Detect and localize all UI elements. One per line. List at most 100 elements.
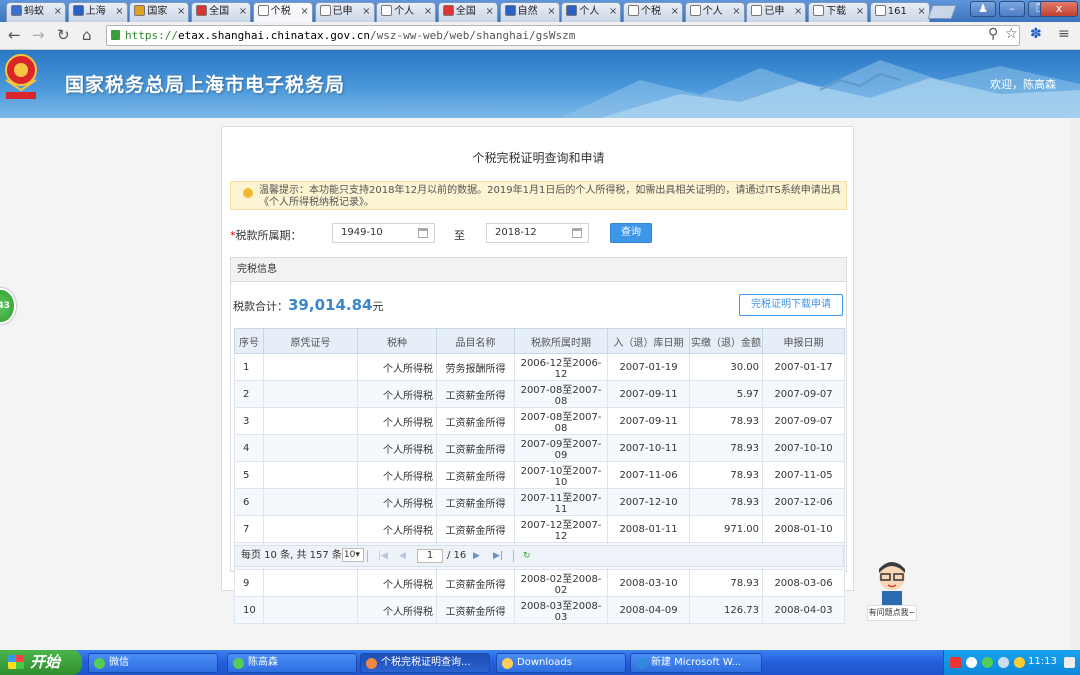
table-cell: 2006-12至2006-12 (514, 353, 608, 381)
page-size-select[interactable]: 10▾ (341, 548, 364, 562)
minimize-icon[interactable]: – (999, 1, 1025, 17)
paw-extension-icon[interactable]: ✽ (1030, 26, 1042, 42)
floating-badge[interactable]: 43 (0, 288, 16, 324)
user-icon[interactable]: ♟ (970, 1, 996, 17)
close-tab-icon[interactable]: × (794, 3, 802, 21)
page-number-input[interactable]: 1 (417, 549, 443, 563)
calendar-icon[interactable] (418, 228, 428, 238)
table-row[interactable]: 3 个人所得税 工资薪金所得 2007-08至2007-08 2007-09-11 78.… (234, 407, 845, 435)
browser-tab[interactable]: 个人 × (376, 2, 437, 22)
customer-service-avatar-icon[interactable] (872, 561, 912, 605)
forward-icon[interactable]: → (32, 26, 45, 44)
tab-label: 个税 (641, 6, 661, 17)
close-tab-icon[interactable]: × (424, 3, 432, 21)
table-cell: 2008-02至2008-02 (514, 569, 608, 597)
table-cell: 个人所得税 (357, 488, 437, 516)
bookmark-star-icon[interactable]: ☆ (1005, 26, 1018, 42)
first-page-icon[interactable]: |◀ (378, 546, 388, 566)
taskbar-item[interactable]: 个税完税证明查询... (360, 653, 490, 673)
close-tab-icon[interactable]: × (54, 3, 62, 21)
tab-label: 161 (887, 6, 907, 17)
browser-tab[interactable]: 国家 × (129, 2, 190, 22)
start-button[interactable]: 开始 (0, 650, 82, 675)
prev-page-icon[interactable]: ◀ (399, 546, 406, 566)
query-button[interactable]: 查询 (610, 223, 652, 243)
page-icon (874, 5, 886, 16)
browser-tab[interactable]: 蚂蚁 × (6, 2, 66, 22)
close-tab-icon[interactable]: × (177, 3, 185, 21)
close-tab-icon[interactable]: × (671, 3, 679, 21)
browser-tab[interactable]: 自然 × (499, 2, 560, 22)
table-cell: 2007-01-19 (607, 353, 690, 381)
table-row[interactable]: 10 个人所得税 工资薪金所得 2008-03至2008-03 2008-04-09 12… (234, 596, 845, 624)
notification-icon[interactable] (1064, 657, 1075, 668)
browser-tab[interactable]: 个人 × (684, 2, 745, 22)
reload-icon[interactable]: ↻ (57, 26, 70, 44)
table-row[interactable]: 1 个人所得税 劳务报酬所得 2006-12至2006-12 2007-01-19 30.… (234, 353, 845, 381)
clock: 11:13 (1028, 656, 1057, 667)
close-tab-icon[interactable]: × (732, 3, 740, 21)
taskbar-item[interactable]: 陈高森 (227, 653, 357, 673)
calendar-icon[interactable] (572, 228, 582, 238)
refresh-icon[interactable]: ↻ (523, 546, 531, 566)
tab-label: 个人 (579, 6, 600, 17)
next-page-icon[interactable]: ▶ (473, 546, 480, 566)
wechat-tray-icon[interactable] (982, 657, 993, 668)
zoom-icon[interactable]: ⚲ (988, 26, 998, 42)
browser-tab[interactable]: 全国 × (437, 2, 498, 22)
end-period-input[interactable]: 2018-12 (486, 223, 589, 243)
certificate-download-button[interactable]: 完税证明下载申请 (739, 294, 843, 316)
browser-tab[interactable]: 已申 × (314, 2, 375, 22)
help-label[interactable]: 有问题点我~ (867, 605, 917, 621)
home-icon[interactable]: ⌂ (82, 26, 92, 44)
close-tab-icon[interactable]: × (115, 3, 123, 21)
browser-tab[interactable]: 已申 × (746, 2, 807, 22)
table-cell: 2008-04-03 (762, 596, 845, 624)
shield-icon[interactable] (1014, 657, 1025, 668)
table-cell: 劳务报酬所得 (436, 353, 515, 381)
browser-tab[interactable]: 个税 × (623, 2, 683, 22)
taskbar-item[interactable]: 微信 (88, 653, 218, 673)
taskbar-item[interactable]: 新建 Microsoft W... (630, 653, 762, 673)
browser-tab[interactable]: 个税 × (252, 2, 313, 22)
back-icon[interactable]: ← (8, 26, 21, 44)
browser-tab[interactable]: 全国 × (191, 2, 252, 22)
browser-tab[interactable]: 下载 × (808, 2, 869, 22)
close-tab-icon[interactable]: × (609, 3, 617, 21)
table-row[interactable]: 2 个人所得税 工资薪金所得 2007-08至2007-08 2007-09-11 5.9… (234, 380, 845, 408)
address-bar: ← → ↻ ⌂ https://etax.shanghai.chinatax.g… (0, 22, 1080, 50)
close-tab-icon[interactable]: × (917, 3, 925, 21)
arrow-icon[interactable] (966, 657, 977, 668)
menu-icon[interactable]: ≡ (1058, 26, 1070, 42)
table-row[interactable]: 6 个人所得税 工资薪金所得 2007-11至2007-11 2007-12-10 78.… (234, 488, 845, 516)
browser-tab[interactable]: 个人 × (561, 2, 622, 22)
table-row[interactable]: 7 个人所得税 工资薪金所得 2007-12至2007-12 2008-01-11 971… (234, 515, 845, 543)
close-tab-icon[interactable]: × (486, 3, 494, 21)
network-icon[interactable] (998, 657, 1009, 668)
table-cell: 2007-11至2007-11 (514, 488, 608, 516)
sogou-icon[interactable] (950, 657, 961, 668)
window-close-icon[interactable]: x (1040, 1, 1078, 17)
url-host: etax.shanghai.chinatax.gov.cn (177, 29, 371, 42)
table-row[interactable]: 4 个人所得税 工资薪金所得 2007-09至2007-09 2007-10-11 78.… (234, 434, 845, 462)
table-cell: 10 (234, 596, 264, 624)
close-tab-icon[interactable]: × (856, 3, 864, 21)
tab-label: 蚂蚁 (24, 6, 44, 17)
url-input[interactable]: https://etax.shanghai.chinatax.gov.cn/ws… (106, 25, 1020, 46)
table-row[interactable]: 9 个人所得税 工资薪金所得 2008-02至2008-02 2008-03-10 78.… (234, 569, 845, 597)
tax-records-table: 序号 原凭证号 税种 品目名称 税款所属时期 入（退）库日期 实缴（退）金额 申报日期 1 个人… (234, 328, 845, 624)
close-tab-icon[interactable]: × (239, 3, 247, 21)
paw-icon (72, 5, 84, 16)
last-page-icon[interactable]: ▶| (493, 546, 503, 566)
start-period-input[interactable]: 1949-10 (332, 223, 435, 243)
browser-tab[interactable]: 161 × (869, 2, 930, 22)
close-tab-icon[interactable]: × (362, 3, 370, 21)
table-cell (263, 596, 358, 624)
close-tab-icon[interactable]: × (300, 3, 308, 21)
close-tab-icon[interactable]: × (547, 3, 555, 21)
new-tab-button[interactable] (927, 5, 957, 19)
page-scrollbar[interactable] (1071, 118, 1080, 650)
browser-tab[interactable]: 上海 × (67, 2, 128, 22)
table-row[interactable]: 5 个人所得税 工资薪金所得 2007-10至2007-10 2007-11-06 78.… (234, 461, 845, 489)
taskbar-item[interactable]: Downloads (496, 653, 626, 673)
